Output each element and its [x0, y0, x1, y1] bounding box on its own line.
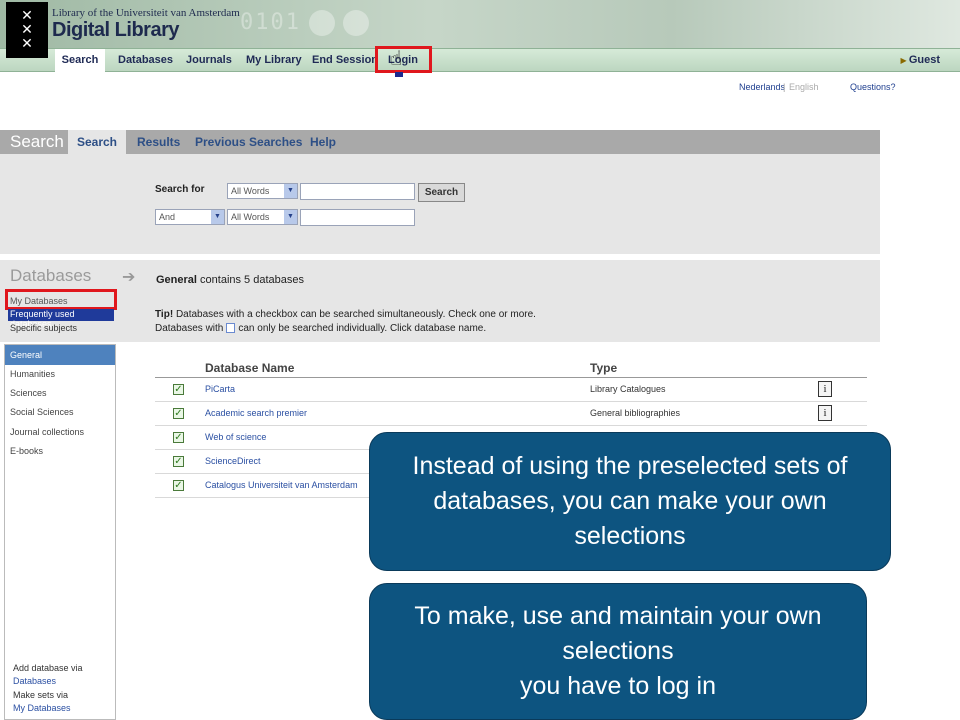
- my-databases-highlight-box: [5, 289, 117, 310]
- category-summary: General contains 5 databases: [156, 274, 304, 286]
- callout-log-in-text: To make, use and maintain your own selec…: [383, 599, 853, 704]
- category-count: contains 5 databases: [200, 274, 304, 286]
- tip-label: Tip!: [155, 309, 174, 320]
- tab-previous-searches[interactable]: Previous Searches: [195, 135, 302, 149]
- footer-add-database-text: Add database via: [13, 663, 83, 673]
- database-type: Library Catalogues: [590, 384, 666, 394]
- nav-my-library[interactable]: My Library: [246, 54, 302, 66]
- library-title: Digital Library: [52, 19, 179, 41]
- nav-end-session[interactable]: End Session: [312, 54, 378, 66]
- database-name-link[interactable]: Academic search premier: [205, 408, 307, 418]
- row-checkbox[interactable]: ✓: [173, 432, 184, 443]
- search-for-label: Search for: [155, 184, 205, 195]
- operator-select[interactable]: And: [155, 209, 225, 225]
- database-name-link[interactable]: Web of science: [205, 432, 266, 442]
- field-select-1[interactable]: All Words: [227, 183, 298, 199]
- info-icon[interactable]: i: [818, 381, 832, 397]
- search-form-panel: [0, 154, 880, 254]
- subject-social-sciences[interactable]: Social Sciences: [10, 407, 74, 417]
- callout-log-in-line-1: To make, use and maintain your own selec…: [414, 602, 822, 665]
- header-decoration: 0101: [240, 0, 540, 48]
- language-english-link[interactable]: English: [789, 82, 819, 92]
- questions-link[interactable]: Questions?: [850, 82, 896, 92]
- tab-results[interactable]: Results: [137, 135, 180, 149]
- footer-make-sets-text: Make sets via: [13, 690, 69, 700]
- subject-journal-collections[interactable]: Journal collections: [10, 427, 84, 437]
- tip-text-2a: Databases with: [155, 323, 224, 334]
- search-input-2[interactable]: [300, 209, 415, 226]
- row-checkbox[interactable]: ✓: [173, 456, 184, 467]
- sidebar-specific-subjects[interactable]: Specific subjects: [10, 323, 77, 333]
- top-navigation: Search Databases Journals My Library End…: [0, 48, 960, 73]
- info-icon[interactable]: i: [818, 405, 832, 421]
- databases-heading: Databases: [10, 266, 92, 285]
- tab-help[interactable]: Help: [310, 135, 336, 149]
- site-header: 0101 Library of the Universiteit van Ams…: [0, 0, 960, 48]
- column-header-type: Type: [590, 361, 618, 375]
- arrow-right-icon: ➔: [122, 269, 136, 286]
- search-input-1[interactable]: [300, 183, 415, 200]
- tip-line-1: Tip! Databases with a checkbox can be se…: [155, 309, 536, 320]
- subject-general[interactable]: General: [5, 345, 115, 365]
- row-checkbox[interactable]: ✓: [173, 408, 184, 419]
- callout-log-in: To make, use and maintain your own selec…: [369, 583, 867, 720]
- subject-humanities[interactable]: Humanities: [10, 369, 55, 379]
- hand-cursor-icon: ☝: [390, 48, 403, 70]
- tab-search[interactable]: Search: [68, 130, 126, 154]
- login-highlight-box: [375, 46, 432, 73]
- nav-journals[interactable]: Journals: [186, 54, 232, 66]
- database-name-link[interactable]: PiCarta: [205, 384, 235, 394]
- tip-line-2: Databases with can only be searched indiv…: [155, 323, 486, 334]
- footer-databases-link[interactable]: Databases: [13, 676, 56, 686]
- library-subtitle: Library of the Universiteit van Amsterda…: [52, 7, 240, 19]
- uva-logo-icon[interactable]: ✕ ✕ ✕: [6, 2, 48, 58]
- table-row: ✓ Academic search premier General biblio…: [155, 402, 867, 426]
- subject-e-books[interactable]: E-books: [10, 446, 43, 456]
- tip-text-1: Databases with a checkbox can be searche…: [175, 309, 536, 320]
- nav-search[interactable]: Search: [55, 49, 105, 73]
- search-tab-bar: Search Search Results Previous Searches …: [0, 130, 880, 154]
- guest-link[interactable]: Guest: [900, 54, 940, 66]
- column-header-name: Database Name: [205, 361, 295, 375]
- nav-databases[interactable]: Databases: [118, 54, 173, 66]
- cursor-marker: [395, 72, 403, 77]
- language-dutch-link[interactable]: Nederlands: [739, 82, 785, 92]
- category-name: General: [156, 274, 197, 286]
- subject-sciences[interactable]: Sciences: [10, 388, 47, 398]
- language-separator: |: [783, 82, 786, 92]
- row-checkbox[interactable]: ✓: [173, 384, 184, 395]
- table-row: ✓ PiCarta Library Catalogues i: [155, 378, 867, 402]
- tip-text-2b: can only be searched individually. Click…: [238, 323, 487, 334]
- callout-own-selections: Instead of using the preselected sets of…: [369, 432, 891, 571]
- field-select-2[interactable]: All Words: [227, 209, 298, 225]
- database-type: General bibliographies: [590, 408, 681, 418]
- search-button[interactable]: Search: [418, 183, 465, 202]
- search-heading: Search: [10, 132, 64, 151]
- callout-log-in-line-2: you have to log in: [520, 672, 716, 700]
- sidebar-frequently-used[interactable]: Frequently used databases: [8, 309, 114, 329]
- document-icon: [226, 323, 236, 334]
- database-name-link[interactable]: ScienceDirect: [205, 456, 261, 466]
- database-name-link[interactable]: Catalogus Universiteit van Amsterdam: [205, 480, 358, 490]
- callout-own-selections-text: Instead of using the preselected sets of…: [412, 452, 848, 550]
- row-checkbox[interactable]: ✓: [173, 480, 184, 491]
- footer-my-databases-link[interactable]: My Databases: [13, 703, 71, 713]
